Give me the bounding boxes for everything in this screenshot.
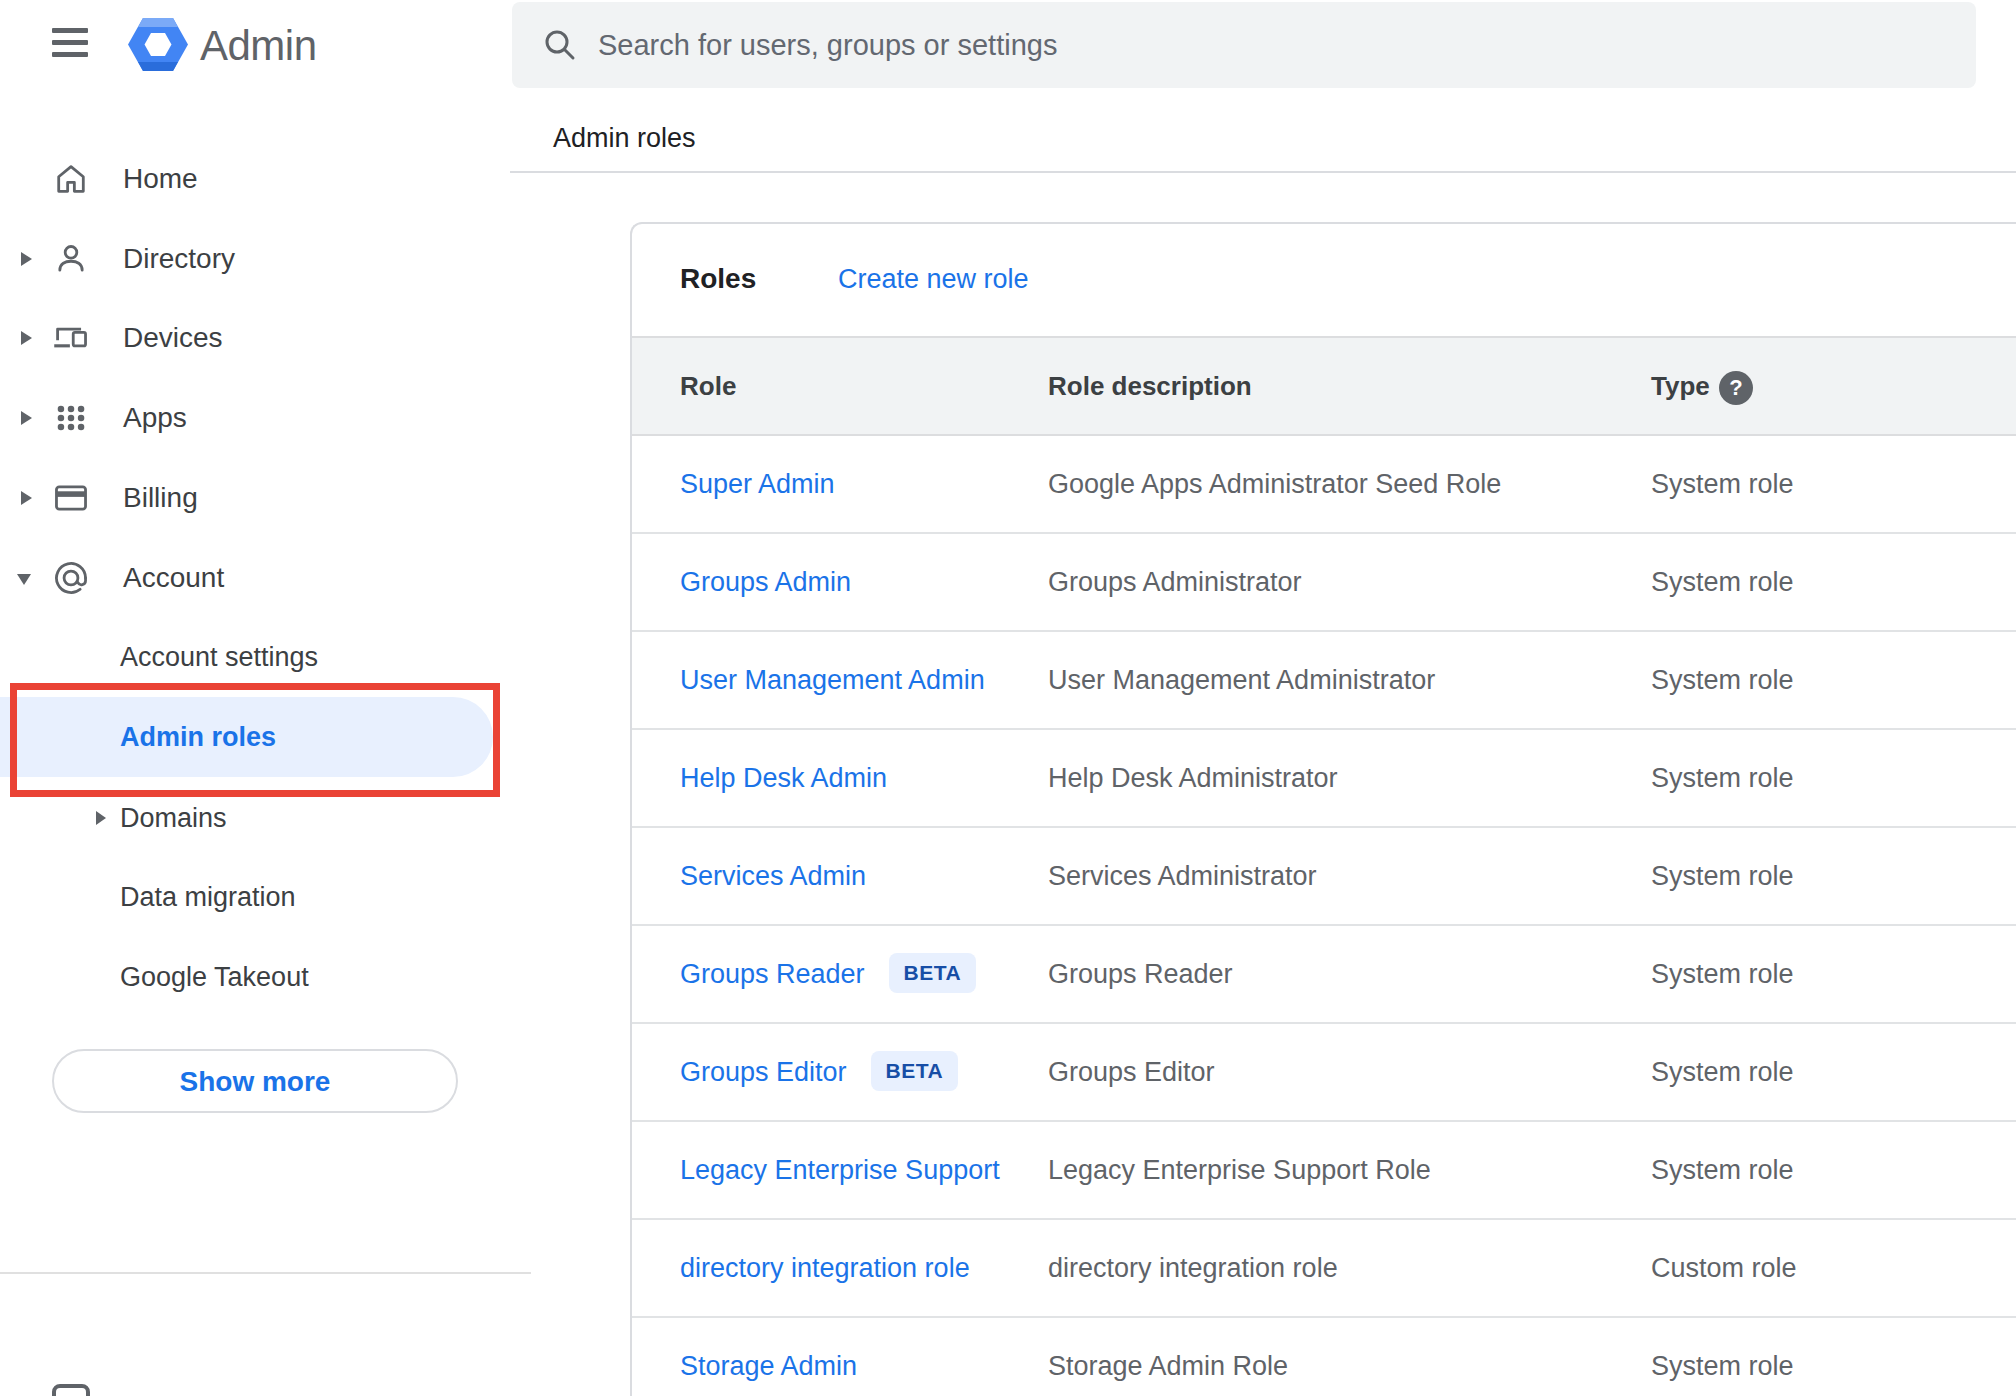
- collapse-icon[interactable]: [17, 574, 31, 585]
- breadcrumb: Admin roles: [553, 120, 696, 156]
- search-input[interactable]: Search for users, groups or settings: [512, 2, 1976, 88]
- table-row: Legacy Enterprise Support Legacy Enterpr…: [632, 1122, 2016, 1220]
- expand-icon[interactable]: [21, 252, 32, 266]
- table-row: Storage Admin Storage Admin Role System …: [632, 1318, 2016, 1396]
- devices-icon: [52, 319, 90, 357]
- role-description: Groups Reader: [1048, 926, 1233, 1022]
- table-row: User Management Admin User Management Ad…: [632, 632, 2016, 730]
- header-divider: [510, 171, 2016, 173]
- sidebar-item-devices[interactable]: Devices: [0, 298, 531, 378]
- search-icon: [542, 27, 578, 63]
- expand-icon[interactable]: [21, 331, 32, 345]
- table-row: Services Admin Services Administrator Sy…: [632, 828, 2016, 926]
- role-type: System role: [1651, 632, 1794, 728]
- column-header-type: Type: [1651, 338, 1710, 434]
- role-description: Groups Editor: [1048, 1024, 1215, 1120]
- column-header-description: Role description: [1048, 338, 1252, 434]
- roles-card: Roles Create new role Role Role descript…: [630, 222, 2016, 1396]
- table-body: Super Admin Google Apps Administrator Se…: [632, 436, 2016, 1396]
- sidebar-item-google-takeout[interactable]: Google Takeout: [0, 937, 531, 1017]
- sidebar-item-data-migration[interactable]: Data migration: [0, 857, 531, 937]
- sidebar-divider: [0, 1272, 531, 1274]
- role-description: Services Administrator: [1048, 828, 1317, 924]
- table-header: Role Role description Type ?: [632, 336, 2016, 436]
- sidebar-item-directory[interactable]: Directory: [0, 219, 531, 299]
- search-placeholder: Search for users, groups or settings: [598, 2, 1057, 88]
- table-row: Groups Admin Groups Administrator System…: [632, 534, 2016, 632]
- role-link[interactable]: Services Admin: [680, 828, 866, 924]
- person-icon: [52, 240, 90, 278]
- role-type: System role: [1651, 534, 1794, 630]
- role-type: System role: [1651, 730, 1794, 826]
- expand-icon[interactable]: [21, 491, 32, 505]
- sidebar: Admin Home Directory Devices: [0, 0, 531, 1396]
- role-description: Legacy Enterprise Support Role: [1048, 1122, 1431, 1218]
- app-title: Admin: [200, 18, 317, 74]
- expand-icon[interactable]: [96, 811, 106, 825]
- card-title: Roles: [680, 263, 756, 295]
- menu-icon[interactable]: [52, 28, 88, 58]
- apps-icon: [52, 399, 90, 437]
- table-row: Help Desk Admin Help Desk Administrator …: [632, 730, 2016, 828]
- role-description: directory integration role: [1048, 1220, 1338, 1316]
- role-type: System role: [1651, 436, 1794, 532]
- role-link[interactable]: User Management Admin: [680, 632, 985, 728]
- beta-badge: BETA: [889, 953, 977, 993]
- role-link[interactable]: directory integration role: [680, 1220, 970, 1316]
- role-description: User Management Administrator: [1048, 632, 1435, 728]
- home-icon: [52, 160, 90, 198]
- beta-badge: BETA: [871, 1051, 959, 1091]
- show-more-button[interactable]: Show more: [52, 1049, 458, 1113]
- role-link[interactable]: Help Desk Admin: [680, 730, 887, 826]
- create-new-role-link[interactable]: Create new role: [838, 264, 1029, 295]
- role-description: Groups Administrator: [1048, 534, 1302, 630]
- role-type: System role: [1651, 1318, 1794, 1396]
- sidebar-item-apps[interactable]: Apps: [0, 378, 531, 458]
- role-link[interactable]: Storage Admin: [680, 1318, 857, 1396]
- sidebar-item-home[interactable]: Home: [0, 139, 531, 219]
- at-icon: [52, 559, 90, 597]
- role-link[interactable]: Groups ReaderBETA: [680, 926, 976, 1022]
- admin-logo-icon: [128, 18, 188, 75]
- role-link[interactable]: Groups EditorBETA: [680, 1024, 958, 1120]
- role-link[interactable]: Groups Admin: [680, 534, 851, 630]
- role-link[interactable]: Super Admin: [680, 436, 835, 532]
- sidebar-item-account[interactable]: Account: [0, 538, 531, 618]
- role-type: System role: [1651, 1024, 1794, 1120]
- table-row: directory integration role directory int…: [632, 1220, 2016, 1318]
- help-icon[interactable]: ?: [1719, 371, 1753, 405]
- expand-icon[interactable]: [21, 411, 32, 425]
- table-row: Groups EditorBETA Groups Editor System r…: [632, 1024, 2016, 1122]
- table-row: Groups ReaderBETA Groups Reader System r…: [632, 926, 2016, 1024]
- role-description: Help Desk Administrator: [1048, 730, 1338, 826]
- role-type: System role: [1651, 1122, 1794, 1218]
- role-type: System role: [1651, 828, 1794, 924]
- role-type: System role: [1651, 926, 1794, 1022]
- partial-bottom-icon: [52, 1384, 90, 1396]
- column-header-role: Role: [680, 338, 736, 434]
- credit-card-icon: [52, 479, 90, 517]
- role-description: Storage Admin Role: [1048, 1318, 1288, 1396]
- role-description: Google Apps Administrator Seed Role: [1048, 436, 1501, 532]
- annotation-highlight-box: [10, 683, 500, 797]
- sidebar-item-billing[interactable]: Billing: [0, 458, 531, 538]
- role-link[interactable]: Legacy Enterprise Support: [680, 1122, 1000, 1218]
- table-row: Super Admin Google Apps Administrator Se…: [632, 436, 2016, 534]
- role-type: Custom role: [1651, 1220, 1797, 1316]
